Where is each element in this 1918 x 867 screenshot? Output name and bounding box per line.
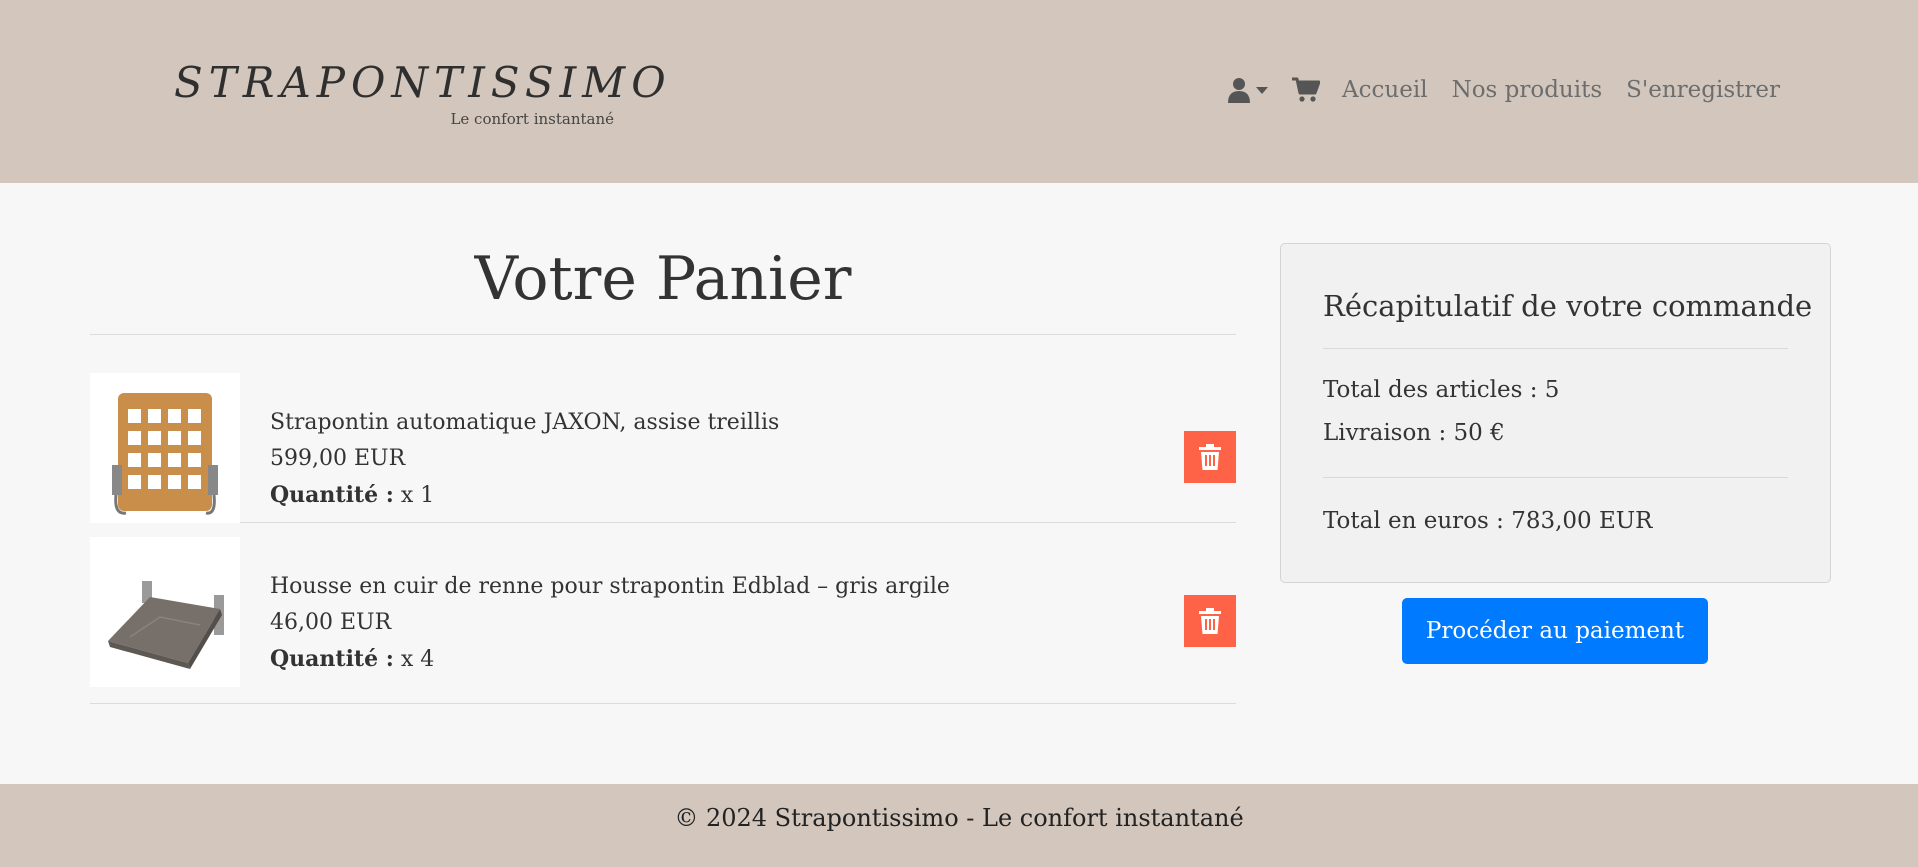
total-items: Total des articles : 5 bbox=[1323, 377, 1560, 403]
quantity-label: Quantité : bbox=[270, 646, 394, 672]
cart-icon bbox=[1292, 77, 1321, 102]
quantity-value: x 1 bbox=[400, 483, 435, 508]
divider bbox=[1323, 477, 1788, 478]
item-details: Housse en cuir de renne pour strapontin … bbox=[270, 569, 950, 678]
item-quantity: Quantité : x 4 bbox=[270, 641, 950, 678]
item-quantity: Quantité : x 1 bbox=[270, 477, 779, 514]
trash-icon bbox=[1199, 608, 1221, 634]
footer-text: © 2024 Strapontissimo - Le confort insta… bbox=[674, 804, 1244, 832]
nav-link-accueil[interactable]: Accueil bbox=[1342, 77, 1428, 103]
order-total: Total en euros : 783,00 EUR bbox=[1323, 508, 1653, 534]
checkout-button[interactable]: Procéder au paiement bbox=[1402, 598, 1708, 664]
user-menu-toggle[interactable] bbox=[1228, 77, 1269, 103]
user-icon bbox=[1228, 78, 1251, 103]
brand-name: STRAPONTISSIMO bbox=[174, 58, 672, 107]
trash-icon bbox=[1199, 444, 1221, 470]
product-image-jaxon bbox=[90, 373, 240, 523]
item-name: Strapontin automatique JAXON, assise tre… bbox=[270, 410, 780, 435]
cart-item: Housse en cuir de renne pour strapontin … bbox=[90, 523, 1236, 704]
summary-title: Récapitulatif de votre commande bbox=[1323, 289, 1813, 323]
site-header: STRAPONTISSIMO Le confort instantané Acc… bbox=[0, 0, 1918, 183]
main-nav: Accueil Nos produits S'enregistrer bbox=[1228, 70, 1780, 110]
product-thumbnail bbox=[112, 393, 218, 515]
cart-section: Votre Panier Strapontin automatique JAXO… bbox=[90, 238, 1236, 704]
quantity-value: x 4 bbox=[400, 647, 435, 672]
quantity-label: Quantité : bbox=[270, 482, 394, 508]
item-details: Strapontin automatique JAXON, assise tre… bbox=[270, 405, 779, 514]
shipping-cost: Livraison : 50 € bbox=[1323, 420, 1505, 446]
chevron-down-icon bbox=[1256, 86, 1269, 94]
item-price: 599,00 EUR bbox=[270, 446, 406, 471]
order-summary: Récapitulatif de votre commande Total de… bbox=[1280, 243, 1831, 583]
nav-link-register[interactable]: S'enregistrer bbox=[1626, 77, 1780, 103]
item-price: 46,00 EUR bbox=[270, 610, 392, 635]
brand-logo[interactable]: STRAPONTISSIMO Le confort instantané bbox=[174, 58, 672, 128]
page-title: Votre Panier bbox=[474, 244, 852, 314]
delete-item-button[interactable] bbox=[1184, 431, 1236, 483]
cart-button[interactable] bbox=[1292, 77, 1321, 103]
cart-list: Strapontin automatique JAXON, assise tre… bbox=[90, 335, 1236, 704]
nav-link-nos-produits[interactable]: Nos produits bbox=[1452, 77, 1603, 103]
product-image-edblad bbox=[90, 537, 240, 687]
cart-item: Strapontin automatique JAXON, assise tre… bbox=[90, 335, 1236, 523]
brand-tagline: Le confort instantané bbox=[450, 110, 614, 128]
divider bbox=[1323, 348, 1788, 349]
product-thumbnail bbox=[108, 581, 224, 669]
site-footer: © 2024 Strapontissimo - Le confort insta… bbox=[0, 784, 1918, 867]
item-name: Housse en cuir de renne pour strapontin … bbox=[270, 574, 950, 599]
delete-item-button[interactable] bbox=[1184, 595, 1236, 647]
